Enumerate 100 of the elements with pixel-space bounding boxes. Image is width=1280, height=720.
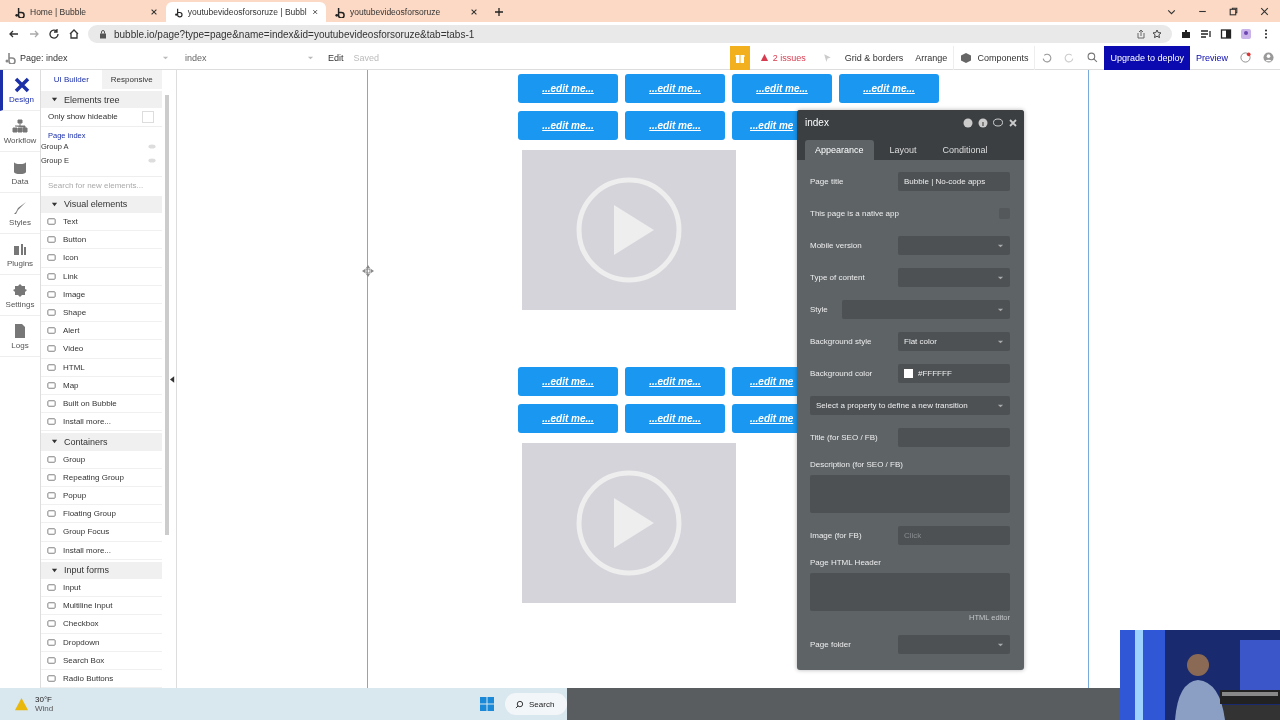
element-item[interactable]: Floating Group [41,505,162,524]
browser-tab[interactable]: Home | Bubble [6,2,166,22]
element-icon [46,234,57,246]
components-button[interactable]: Components [953,45,1036,70]
share-icon[interactable] [1136,29,1146,39]
panel-tab[interactable]: Appearance [805,140,874,160]
reload-icon[interactable] [48,28,60,40]
section-header[interactable]: Input forms [41,561,162,579]
element-icon [46,544,57,556]
element-item[interactable]: Shape [41,303,162,323]
element-item[interactable]: Checkbox [41,615,162,634]
panel-tab[interactable]: Responsive [101,70,162,90]
page-dropdown[interactable]: Page: index [20,52,162,63]
close-icon[interactable] [311,8,318,16]
collapse-caret-icon [51,438,58,446]
close-icon[interactable] [470,8,478,16]
sidebar-tab[interactable]: Workflow [0,111,40,152]
home-icon[interactable] [68,28,80,40]
sidebar-icon[interactable] [1220,28,1232,40]
dropdown[interactable]: Flat color [898,332,1010,351]
panel-tab[interactable]: Conditional [932,140,998,160]
back-icon[interactable] [8,28,20,40]
profile-icon[interactable] [1240,28,1252,40]
element-item[interactable]: Group Focus [41,523,162,542]
element-item[interactable]: Popup [41,486,162,506]
cube-icon [960,51,973,64]
taskbar-search[interactable]: Search [505,693,567,715]
star-icon[interactable] [1152,29,1162,39]
bubble-logo-icon[interactable] [4,51,16,64]
sidebar-tab[interactable]: Styles [0,193,40,234]
windows-icon[interactable] [479,696,495,712]
element-icon [46,216,57,227]
element-item[interactable]: Install more... [41,541,162,560]
element-item[interactable]: Alert [41,322,162,341]
element-icon [46,379,57,391]
element-item[interactable]: Group [41,450,162,469]
comment-icon[interactable] [993,117,1003,128]
field-label: Style [810,305,828,314]
dropdown[interactable]: Select a property to define a new transition [810,396,1010,415]
sidebar-tab[interactable]: Settings [0,275,40,316]
upgrade-button[interactable]: Upgrade to deploy [1104,45,1190,70]
avatar-icon[interactable] [1263,52,1274,63]
element-item[interactable]: Icon [41,249,162,268]
bubble-logo-icon [14,6,25,18]
sidebar-tab[interactable]: Logs [0,316,40,357]
forward-icon[interactable] [28,28,40,40]
playlist-icon[interactable] [1200,28,1212,40]
saved-status: Saved [353,52,380,63]
element-item[interactable]: Multiline Input [41,597,162,616]
move-handle-icon[interactable] [362,265,374,277]
text-field[interactable]: Bubble | No-code apps [898,172,1010,191]
address-bar[interactable]: bubble.io/page?type=page&name=index&id=youtubevideosforsoruze&tab=tabs-1 [88,25,1172,43]
element-item[interactable]: Built on Bubble [41,394,162,414]
issues-button[interactable]: 2 issues [759,52,806,63]
close-icon[interactable] [150,8,158,16]
browser-tab[interactable]: youtubevideosforsoruze [326,2,486,22]
element-item[interactable]: Search Box [41,651,162,670]
element-item[interactable]: Map [41,376,162,395]
sidebar-tab[interactable]: Plugins [0,234,40,275]
element-item[interactable]: Image [41,285,162,304]
element-item[interactable]: HTML [41,358,162,377]
panel-tab[interactable]: Layout [879,140,927,160]
lock-icon [98,29,108,39]
section-header[interactable]: Elements tree [41,91,162,109]
field-label: This page is a native app [810,209,899,218]
sidebar-tab[interactable]: Data [0,152,40,193]
element-icon [46,636,57,648]
field-label: Page folder [810,640,851,649]
preview-link[interactable]: Preview [1196,52,1228,63]
element-item[interactable]: Input [41,579,162,598]
element-item[interactable]: Dropdown [41,633,162,652]
element-item[interactable]: Text [41,212,162,232]
caret-icon [997,402,1004,409]
collapse-arrow-icon[interactable] [170,376,175,383]
close-icon[interactable] [1259,6,1270,17]
color-field[interactable]: #FFFFFF [898,364,1010,383]
element-icon [46,343,57,355]
caret-icon [997,306,1004,313]
section-header[interactable]: Containers [41,433,162,451]
scrollbar-thumb[interactable] [165,95,169,535]
undo-icon[interactable] [1041,52,1053,63]
edit-label[interactable]: Edit [328,52,344,63]
new-tab-icon[interactable] [494,7,504,17]
section-header[interactable]: Visual elements [41,195,162,213]
browser-tab[interactable]: youtubevideosforsoruze | Bubbl [166,2,326,22]
restore-icon[interactable] [1228,6,1239,17]
element-item[interactable]: Install more... [41,413,162,432]
info-icon[interactable] [978,117,988,128]
element-icon [46,490,57,502]
element-item[interactable]: Button [41,231,162,250]
element-dropdown[interactable]: index [177,52,307,63]
checkbox[interactable] [142,110,154,123]
search-icon[interactable] [1087,52,1099,63]
warning-icon [759,53,769,62]
color-swatch[interactable] [904,369,913,378]
element-item[interactable]: Repeating Group [41,468,162,487]
element-item[interactable]: Link [41,267,162,286]
toolbar-menu[interactable]: Arrange [915,52,948,63]
element-item[interactable]: Video [41,340,162,359]
toolbar-menu[interactable]: Grid & borders [844,52,904,63]
